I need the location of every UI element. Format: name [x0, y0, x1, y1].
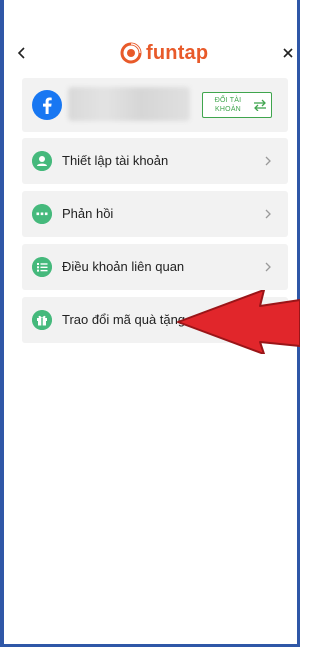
menu-item-feedback[interactable]: Phản hồi	[22, 191, 288, 237]
logo-text: funtap	[146, 41, 209, 64]
chevron-left-icon[interactable]	[15, 44, 29, 62]
funtap-logo-icon	[120, 42, 142, 64]
menu-item-label: Phản hồi	[62, 206, 114, 221]
facebook-icon	[32, 90, 62, 120]
user-icon	[32, 151, 52, 171]
menu-item-terms[interactable]: Điều khoản liên quan	[22, 244, 288, 290]
close-icon[interactable]	[281, 44, 295, 62]
swap-arrows-icon	[254, 99, 266, 111]
switch-account-button[interactable]: ĐỔI TÀI KHOẢN	[202, 92, 272, 118]
gift-icon	[32, 310, 52, 330]
header: funtap	[4, 34, 304, 74]
account-card: ĐỔI TÀI KHOẢN	[22, 78, 288, 132]
menu-item-account-settings[interactable]: Thiết lập tài khoản	[22, 138, 288, 184]
chevron-right-icon	[265, 209, 271, 219]
switch-account-label: ĐỔI TÀI KHOẢN	[214, 97, 242, 113]
chat-dots-icon	[32, 204, 52, 224]
chevron-right-icon	[265, 262, 271, 272]
menu-item-label: Trao đổi mã quà tặng	[62, 312, 186, 327]
menu-item-label: Thiết lập tài khoản	[62, 153, 169, 168]
menu-item-label: Điều khoản liên quan	[62, 259, 185, 274]
annotation-arrow	[177, 290, 300, 354]
list-icon	[32, 257, 52, 277]
account-name-blurred	[68, 87, 190, 121]
funtap-logo: funtap	[120, 40, 208, 66]
chevron-right-icon	[265, 156, 271, 166]
